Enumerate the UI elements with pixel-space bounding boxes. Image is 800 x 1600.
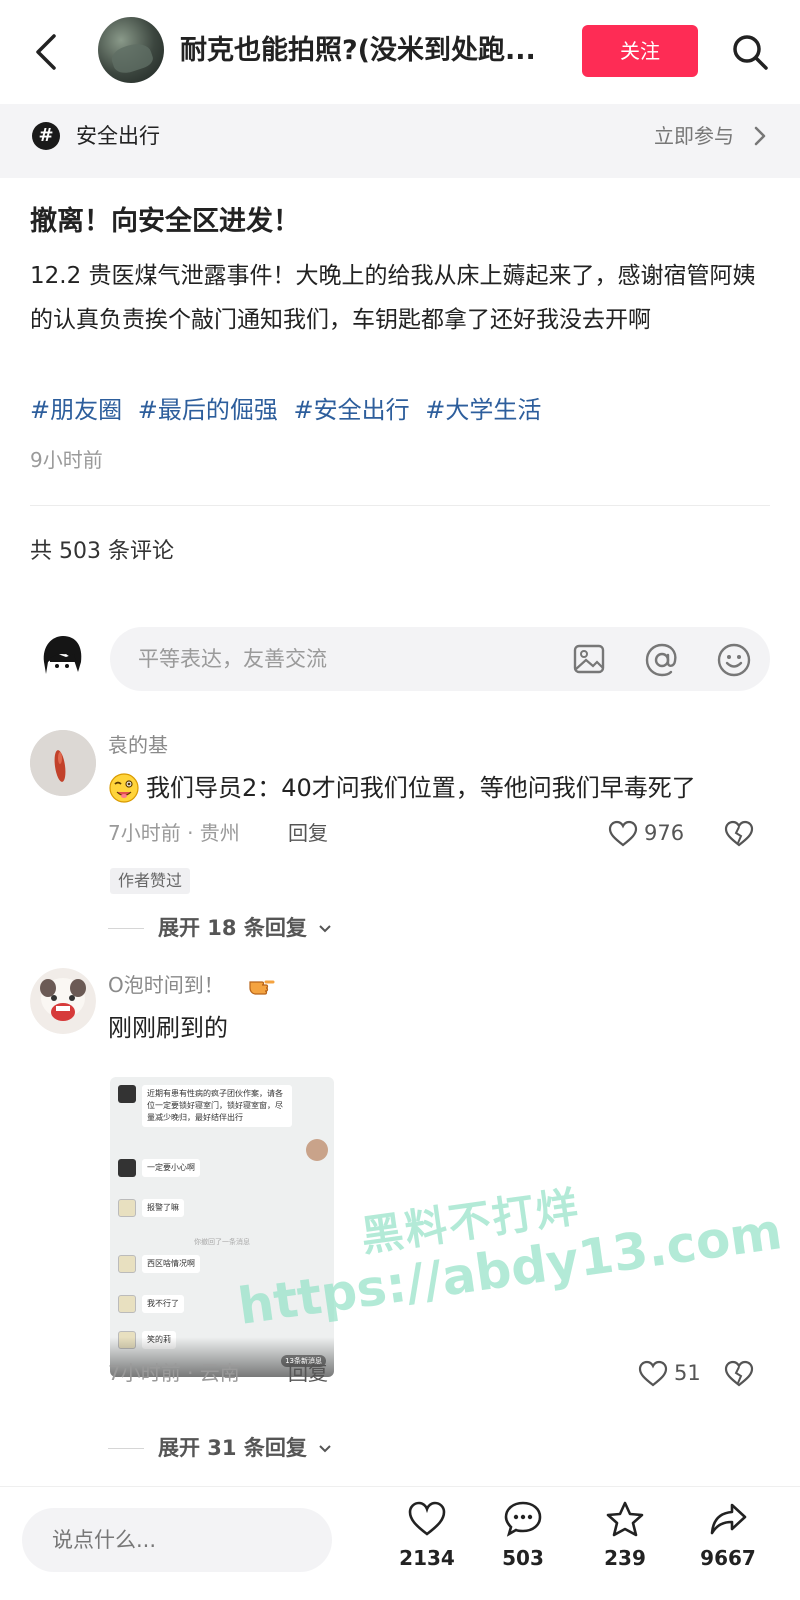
commenter-name[interactable]: 袁的基 bbox=[108, 730, 168, 760]
commenter-avatar[interactable] bbox=[30, 968, 96, 1034]
comment-meta: 7小时前 · 贵州 bbox=[108, 821, 240, 845]
chat-system-notice: 你撤回了一条消息 bbox=[194, 1238, 250, 1246]
chevron-down-icon bbox=[319, 1445, 331, 1453]
comment-bubble-icon bbox=[504, 1501, 542, 1537]
divider bbox=[108, 928, 144, 929]
reply-button[interactable]: 回复 bbox=[288, 818, 328, 848]
dislike-icon[interactable] bbox=[724, 820, 754, 848]
heart-icon bbox=[408, 1501, 446, 1536]
search-icon[interactable] bbox=[730, 32, 770, 72]
favorite-button[interactable]: 239 bbox=[580, 1500, 670, 1590]
commenter-name[interactable]: O泡时间到！ bbox=[108, 970, 224, 1000]
divider bbox=[30, 505, 770, 506]
comment-image[interactable]: 近期有患有性病的疯子团伙作案，请各位一定要锁好寝室门，锁好寝室窗，尽量减少晚归，… bbox=[110, 1077, 334, 1377]
chat-bubble: 西区啥情况啊 bbox=[142, 1255, 200, 1273]
chat-avatar bbox=[118, 1255, 136, 1273]
my-avatar bbox=[36, 632, 88, 684]
share-arrow-icon bbox=[710, 1503, 747, 1535]
commenter-avatar[interactable] bbox=[30, 730, 96, 796]
favorite-count: 239 bbox=[604, 1546, 646, 1570]
hashtag-link[interactable]: #大学生活 bbox=[425, 396, 541, 424]
chat-message: 一定要小心啊 bbox=[118, 1159, 200, 1177]
chat-avatar bbox=[118, 1295, 136, 1313]
comment-button[interactable]: 503 bbox=[478, 1500, 568, 1590]
expand-replies-button[interactable]: 展开 31 条回复 bbox=[158, 1433, 332, 1463]
comment-count: 共 503 条评论 bbox=[30, 539, 174, 564]
mention-icon[interactable] bbox=[644, 642, 680, 678]
chat-side-avatar bbox=[306, 1139, 328, 1161]
like-count: 2134 bbox=[399, 1546, 455, 1570]
hashtag-link[interactable]: #最后的倔强 bbox=[138, 396, 278, 424]
chevron-right-icon[interactable] bbox=[752, 124, 768, 148]
wink-emoji-icon bbox=[109, 773, 139, 803]
heart-icon[interactable] bbox=[638, 1360, 668, 1388]
chat-avatar bbox=[118, 1159, 136, 1177]
divider bbox=[108, 1448, 144, 1449]
post-body: 12.2 贵医煤气泄露事件！大晚上的给我从床上薅起来了，感谢宿管阿姨的认真负责挨… bbox=[30, 263, 756, 333]
chat-bubble: 我不行了 bbox=[142, 1295, 184, 1313]
share-button[interactable]: 9667 bbox=[683, 1500, 773, 1590]
chat-message: 报警了嘛 bbox=[118, 1199, 184, 1217]
heart-icon[interactable] bbox=[608, 820, 638, 848]
hashtag-link[interactable]: #朋友圈 bbox=[30, 396, 122, 424]
chat-bubble: 报警了嘛 bbox=[142, 1199, 184, 1217]
chat-message: 我不行了 bbox=[118, 1295, 184, 1313]
post-timestamp: 9小时前 bbox=[30, 448, 103, 472]
topic-label: 安全出行 bbox=[76, 124, 160, 148]
expand-replies-label: 展开 18 条回复 bbox=[158, 916, 307, 940]
follow-button[interactable]: 关注 bbox=[582, 25, 698, 77]
chat-avatar bbox=[118, 1085, 136, 1103]
comment-input-placeholder: 平等表达，友善交流 bbox=[138, 647, 327, 671]
author-avatar[interactable] bbox=[98, 17, 164, 83]
expand-replies-button[interactable]: 展开 18 条回复 bbox=[158, 913, 332, 943]
expand-replies-label: 展开 31 条回复 bbox=[158, 1436, 307, 1460]
emoji-icon[interactable] bbox=[716, 642, 752, 678]
like-count: 51 bbox=[674, 1361, 701, 1385]
post-heading: 撤离！向安全区进发！ bbox=[30, 206, 300, 237]
chat-message: 近期有患有性病的疯子团伙作案，请各位一定要锁好寝室门，锁好寝室窗，尽量减少晚归，… bbox=[118, 1085, 292, 1127]
like-button[interactable]: 2134 bbox=[382, 1500, 472, 1590]
comment-total: 503 bbox=[502, 1546, 544, 1570]
pointing-hand-emoji-icon bbox=[249, 980, 275, 995]
like-count: 976 bbox=[644, 821, 685, 845]
image-icon[interactable] bbox=[572, 642, 606, 676]
chat-message: 西区啥情况啊 bbox=[118, 1255, 200, 1273]
back-arrow-icon[interactable] bbox=[32, 30, 62, 74]
chevron-down-icon bbox=[319, 925, 331, 933]
chat-bubble: 近期有患有性病的疯子团伙作案，请各位一定要锁好寝室门，锁好寝室窗，尽量减少晚归，… bbox=[142, 1085, 292, 1127]
author-liked-badge: 作者赞过 bbox=[110, 868, 191, 894]
chat-bubble: 一定要小心啊 bbox=[142, 1159, 200, 1177]
page-title: 耐克也能拍照?(没米到处跑... bbox=[180, 35, 536, 66]
hashtag-icon: # bbox=[32, 122, 60, 150]
join-topic-link[interactable]: 立即参与 bbox=[654, 120, 734, 152]
comment-text: 刚刚刷到的 bbox=[108, 1014, 228, 1042]
share-count: 9667 bbox=[700, 1546, 756, 1570]
reply-button[interactable]: 回复 bbox=[288, 1358, 328, 1388]
hashtag-list: #朋友圈 #最后的倔强 #安全出行 #大学生活 bbox=[30, 388, 770, 432]
hashtag-link[interactable]: #安全出行 bbox=[294, 396, 410, 424]
comment-text: 我们导员2：40才问我们位置，等他问我们早毒死了 bbox=[146, 774, 696, 802]
chat-avatar bbox=[118, 1199, 136, 1217]
say-something-placeholder: 说点什么... bbox=[52, 1528, 157, 1552]
star-icon bbox=[606, 1501, 644, 1537]
dislike-icon[interactable] bbox=[724, 1360, 754, 1388]
comment-meta: 7小时前 · 云南 bbox=[108, 1361, 240, 1385]
